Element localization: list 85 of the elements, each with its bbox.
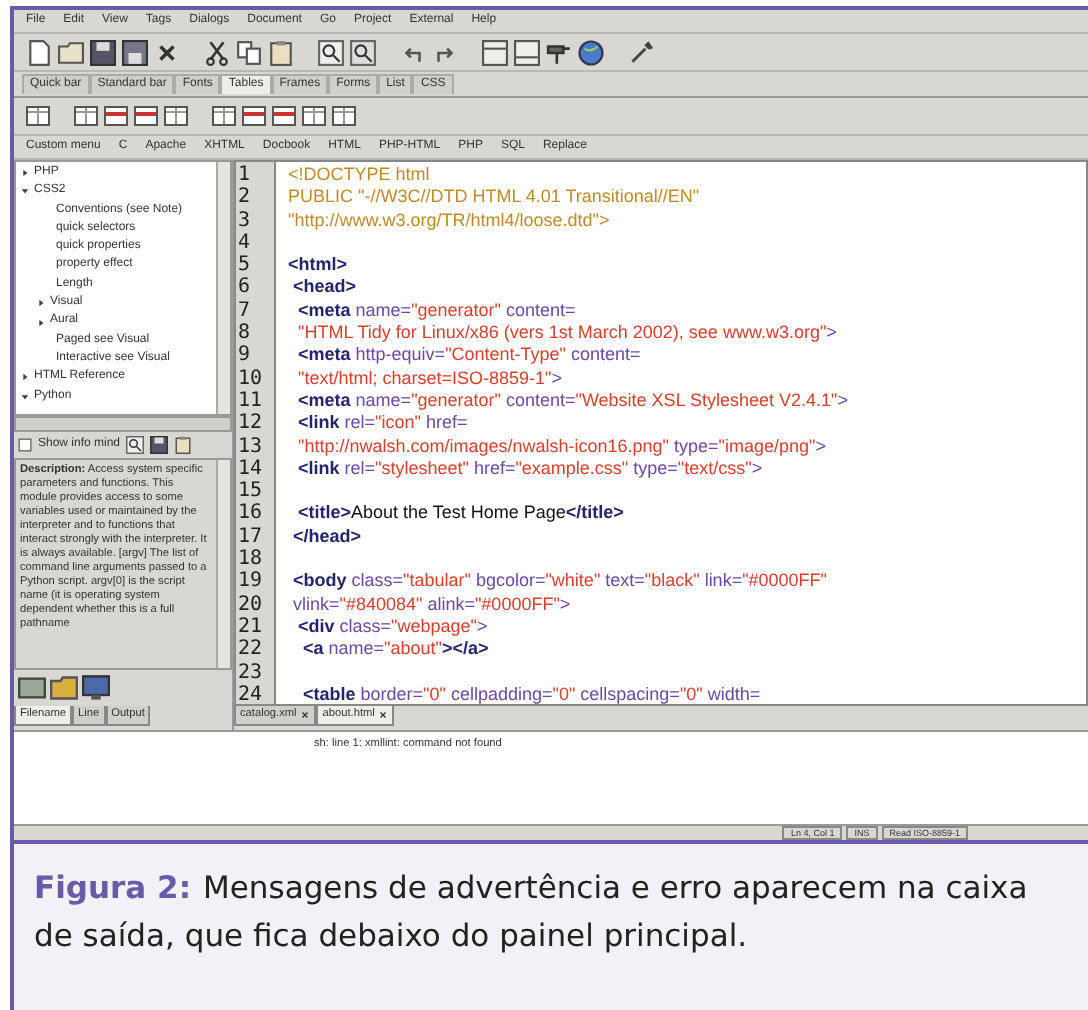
collapsed-arrow-icon[interactable] (20, 168, 30, 179)
code-line: <html> (288, 254, 350, 277)
code-line: <head> (291, 276, 359, 300)
table-icon[interactable] (104, 104, 128, 128)
code-line: PUBLIC "-//W3C//DTD HTML 4.01 Transitional//EN" (288, 186, 702, 210)
code-line: <meta http-equiv="Content-Type" content= (296, 344, 643, 368)
scissors-icon[interactable] (204, 39, 230, 65)
line-number: 10 (236, 367, 265, 390)
line-number: 11 (236, 389, 265, 413)
search-icon[interactable] (126, 435, 145, 454)
line-number: 4 (236, 231, 253, 255)
caption-text: Figura 2: Mensagens de advertência e erro aparecem na caixa de saída, que fica debaixo do painel principal. (14, 840, 1088, 1010)
collapsed-arrow-icon[interactable] (20, 372, 30, 383)
line-number: 5 (236, 254, 253, 277)
line-number: 20 (236, 593, 265, 616)
close-icon[interactable] (154, 39, 180, 65)
code-line: "text/html; charset=ISO-8859-1"> (296, 367, 564, 390)
scrollbar[interactable] (216, 460, 230, 669)
close-icon[interactable] (300, 710, 311, 720)
copy-icon[interactable] (236, 39, 262, 65)
collapsed-arrow-icon[interactable] (36, 298, 46, 309)
table-icon[interactable] (134, 104, 158, 128)
line-number: 22 (236, 638, 265, 662)
folder-icon[interactable] (50, 674, 78, 703)
line-number: 16 (236, 502, 265, 526)
table-icon[interactable] (26, 104, 50, 128)
table-icon[interactable] (164, 104, 188, 128)
table-icon[interactable] (74, 104, 98, 128)
expanded-arrow-icon[interactable] (20, 186, 30, 197)
search-icon[interactable] (350, 39, 376, 65)
line-number: 3 (236, 209, 253, 232)
folder-icon[interactable] (58, 39, 84, 65)
checkbox-icon[interactable] (18, 437, 32, 452)
expanded-arrow-icon[interactable] (20, 391, 30, 402)
code-line: vlink="#840084" alink="#0000FF"> (291, 593, 573, 616)
floppy-icon[interactable] (150, 435, 169, 454)
code-line: <a name="about"></a> (301, 638, 491, 662)
search-icon[interactable] (318, 39, 344, 65)
window-icon[interactable] (482, 39, 508, 65)
globe-icon[interactable] (578, 39, 604, 65)
floppy-icon[interactable] (90, 39, 116, 65)
code-line: <link rel="icon" href= (296, 412, 470, 436)
line-number: 8 (236, 322, 253, 345)
document-icon[interactable] (26, 39, 52, 65)
code-line: "HTML Tidy for Linux/x86 (vers 1st March 2002), see www.w3.org"> (296, 322, 839, 345)
table-icon[interactable] (242, 104, 266, 128)
code-line: "http://nwalsh.com/images/nwalsh-icon16.png" type="image/png"> (296, 435, 828, 458)
line-number: 7 (236, 299, 253, 323)
code-line: <title>About the Test Home Page</title> (296, 502, 626, 526)
floppy-icon[interactable] (122, 39, 148, 65)
line-number: 23 (236, 661, 265, 684)
line-number: 12 (236, 412, 265, 436)
wrench-icon[interactable] (628, 39, 654, 65)
code-line: <body class="tabular" bgcolor="white" text="black" link="#0000FF" (291, 570, 829, 594)
code-line: <meta name="generator" content= (296, 299, 578, 323)
line-number: 21 (236, 615, 265, 639)
close-icon[interactable] (378, 710, 389, 720)
code-line: <table border="0" cellpadding="0" cellspacing="0" width= (301, 683, 763, 704)
code-line: <!DOCTYPE html (288, 164, 432, 187)
code-line: </head> (291, 525, 364, 549)
line-number: 2 (236, 186, 253, 210)
table-icon[interactable] (272, 104, 296, 128)
line-number: 1 (236, 164, 253, 187)
line-number: 13 (236, 435, 265, 458)
line-number: 15 (236, 480, 265, 503)
scrollbar[interactable] (216, 162, 230, 414)
code-line: <div class="webpage"> (296, 615, 490, 639)
table-icon[interactable] (302, 104, 326, 128)
line-number: 18 (236, 548, 265, 571)
line-number: 24 (236, 683, 265, 704)
line-number: 14 (236, 457, 265, 481)
table-icon[interactable] (332, 104, 356, 128)
line-number: 17 (236, 525, 265, 549)
code-line: <meta name="generator" content="Website XSL Stylesheet V2.4.1"> (296, 389, 850, 413)
collapsed-arrow-icon[interactable] (36, 317, 46, 328)
line-number: 6 (236, 276, 253, 300)
monitor-icon[interactable] (82, 674, 110, 703)
line-number: 19 (236, 570, 265, 594)
code-line: <link rel="stylesheet" href="example.css" type="text/css"> (296, 457, 765, 481)
line-number: 9 (236, 344, 253, 368)
clipboard-icon[interactable] (174, 435, 193, 454)
clipboard-icon[interactable] (268, 39, 294, 65)
window-icon[interactable] (514, 39, 540, 65)
code-line: "http://www.w3.org/TR/html4/loose.dtd"> (288, 209, 612, 232)
table-icon[interactable] (212, 104, 236, 128)
